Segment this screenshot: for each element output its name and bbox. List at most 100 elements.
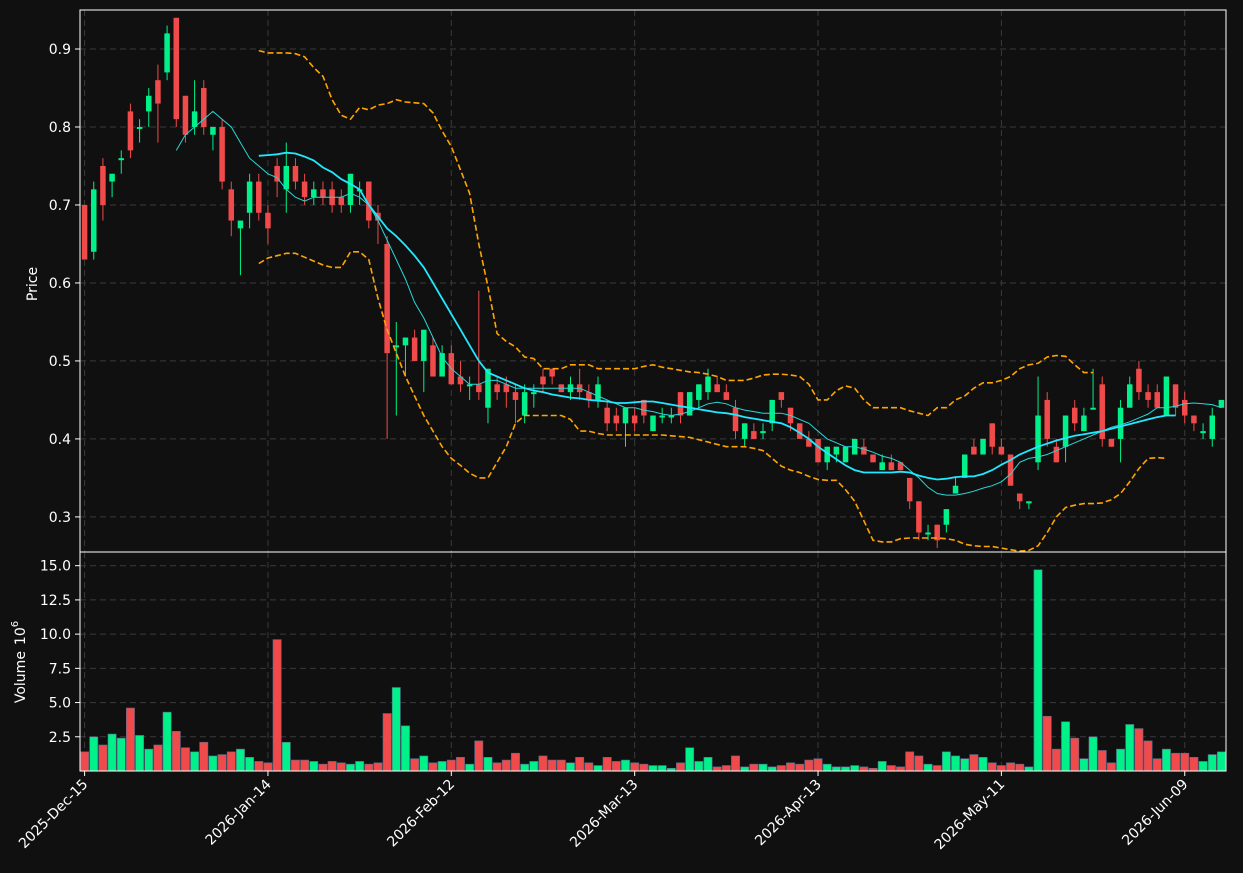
volume-bar [300, 759, 310, 772]
candle-body [741, 423, 748, 439]
candle-body [1016, 493, 1023, 502]
candle-body [301, 181, 308, 198]
candle-body [842, 446, 849, 463]
candle-body [1154, 392, 1160, 408]
candle-body [118, 158, 125, 161]
volume-bar [529, 761, 539, 772]
candle-body [998, 446, 1005, 455]
volume-bar [1061, 721, 1070, 772]
candle-body [861, 446, 867, 455]
volume-bar [291, 759, 300, 772]
volume-axis-title-exp: 10 [13, 627, 29, 645]
volume-bar [1216, 751, 1226, 772]
volume-tick-label: 5.0 [49, 696, 71, 712]
volume-bar [511, 752, 520, 772]
volume-bar [1143, 740, 1153, 772]
volume-bar [813, 758, 823, 772]
volume-bar [456, 757, 465, 772]
candle-body [650, 415, 656, 432]
candle-body [879, 462, 885, 471]
candle-body [549, 368, 555, 377]
candle-body [109, 173, 115, 182]
volume-bar [217, 754, 227, 772]
volume-bar [492, 762, 502, 772]
candle-body [100, 165, 106, 205]
volume-bar [153, 744, 163, 772]
volume-bar [1152, 758, 1162, 772]
candle-body [778, 392, 785, 400]
volume-bar [951, 755, 960, 772]
volume-bar [272, 639, 282, 772]
candle-body [531, 392, 537, 395]
volume-bar [116, 737, 126, 772]
candle-body [769, 399, 775, 424]
volume-bar [226, 751, 236, 772]
candle-body [274, 165, 280, 182]
volume-bar [841, 766, 850, 772]
candle-body [136, 126, 143, 129]
candle-body [705, 376, 711, 393]
volume-bar [630, 762, 640, 772]
volume-bar [135, 735, 145, 772]
candle-body [815, 438, 821, 463]
price-tick-label: 0.3 [49, 510, 71, 526]
volume-bar [566, 762, 575, 772]
volume-bar [236, 748, 245, 772]
candle-body [292, 165, 299, 182]
candle-body [961, 454, 968, 478]
candle-body [989, 423, 995, 447]
volume-bar [859, 766, 869, 772]
candle-body [1181, 399, 1188, 416]
volume-bar [758, 763, 768, 772]
candle-body [677, 392, 684, 416]
candle-body [512, 392, 519, 400]
volume-bar [575, 757, 585, 772]
candle-body [1053, 446, 1060, 463]
candle-body [256, 181, 262, 213]
candle-body [237, 220, 244, 229]
price-tick-label: 0.5 [49, 354, 71, 370]
volume-bar [327, 761, 337, 772]
volume-bar [1070, 737, 1080, 772]
volume-bar [639, 763, 649, 772]
volume-bar [886, 765, 896, 772]
candle-body [613, 415, 620, 424]
volume-bar [346, 763, 355, 772]
volume-bar [1171, 752, 1181, 772]
volume-bar [932, 765, 942, 772]
candle-body [1044, 399, 1050, 439]
volume-bar [263, 762, 273, 772]
volume-bar [98, 744, 108, 772]
candle-body [980, 438, 986, 455]
candle-body [631, 415, 638, 424]
volume-bar [465, 763, 475, 772]
volume-bar [969, 754, 979, 772]
volume-bar [208, 755, 218, 772]
candle-body [1163, 376, 1170, 416]
candle-body [283, 165, 290, 190]
volume-bar [1088, 736, 1098, 772]
volume-bar [309, 761, 319, 772]
volume-bar [1042, 715, 1052, 772]
volume-bar [1189, 757, 1199, 772]
volume-bar [804, 759, 814, 772]
volume-bar [190, 751, 200, 772]
volume-bar [611, 761, 621, 772]
volume-bar [960, 758, 970, 772]
volume-bar [483, 757, 493, 772]
candle-body [127, 111, 134, 151]
volume-bar [712, 766, 722, 772]
volume-bar [89, 736, 99, 772]
candle-body [659, 415, 665, 418]
candle-body [1145, 392, 1151, 400]
candle-body [1126, 384, 1133, 408]
candle-body [1191, 415, 1197, 424]
volume-bar [914, 755, 924, 772]
volume-tick-label: 10.0 [40, 627, 71, 643]
candle-body [971, 446, 977, 455]
volume-bar [978, 757, 988, 772]
candle-body [952, 485, 959, 494]
volume-bar [556, 759, 566, 772]
volume-tick-label: 2.5 [49, 730, 71, 746]
candle-body [421, 329, 427, 361]
